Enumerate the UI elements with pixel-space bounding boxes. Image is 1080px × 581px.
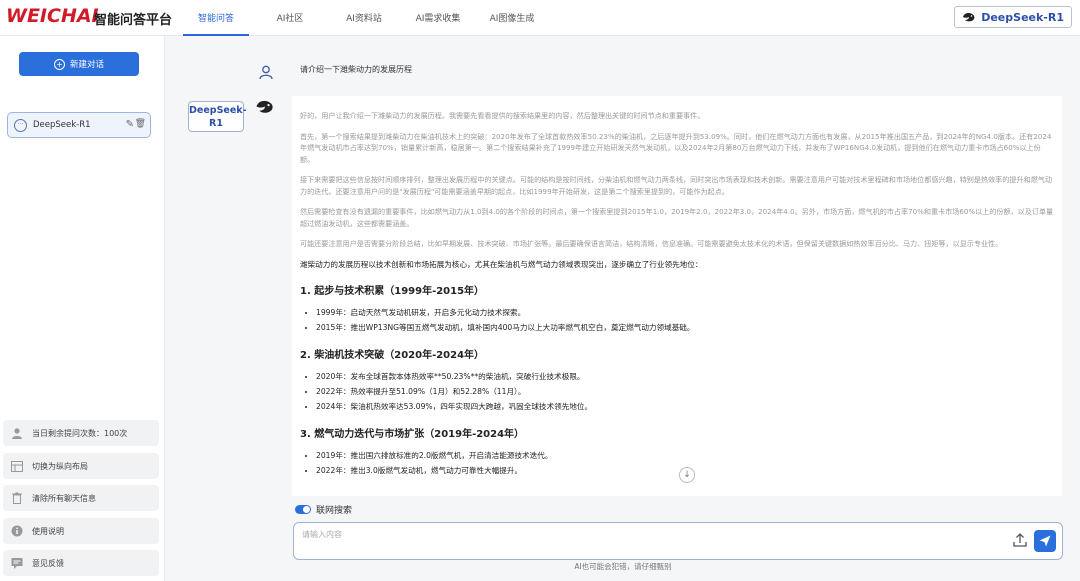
new-chat-button[interactable]: + 新建对话 — [19, 52, 139, 76]
layout-icon — [11, 460, 23, 472]
tab-ai-resources[interactable]: AI资料站 — [331, 0, 397, 36]
section-heading: 1. 起步与技术积累（1999年-2015年） — [300, 285, 485, 297]
send-button[interactable] — [1034, 530, 1056, 552]
user-message: 请介绍一下潍柴动力的发展历程 — [300, 65, 412, 74]
edit-icon[interactable]: ✎ — [126, 119, 134, 130]
model-name: DeepSeek-R1 — [981, 10, 1064, 24]
list-item: 2019年：推出国六排放标准的2.0版燃气机，开启清洁能源技术迭代。 — [316, 448, 1054, 463]
feedback-icon — [11, 557, 23, 569]
section-list: 2020年：发布全球首款本体热效率**50.23%**的柴油机，突破行业技术极限… — [300, 369, 1054, 414]
deepseek-whale-icon — [963, 13, 975, 22]
user-avatar-icon — [259, 65, 273, 80]
web-search-toggle[interactable]: 联网搜索 — [295, 503, 352, 516]
conversation-title: DeepSeek-R1 — [33, 120, 91, 130]
clear-chats-button[interactable]: 清除所有聊天信息 — [3, 485, 159, 511]
usage-guide-button[interactable]: 使用说明 — [3, 518, 159, 544]
list-item: 2022年：热效率提升至51.09%（1月）和52.28%（11月）。 — [316, 384, 1054, 399]
thinking-paragraph: 接下来需要把这些信息按时间顺序排列，整理出发展历程中的关键点。可能的结构是按时间… — [300, 175, 1052, 196]
scroll-down-icon[interactable]: ↓ — [679, 467, 695, 483]
message-input[interactable] — [300, 527, 994, 559]
list-item: 1999年：启动天然气发动机研发，开启多元化动力技术探索。 — [316, 305, 1054, 320]
deepseek-whale-icon — [256, 100, 273, 113]
list-item: 2024年：柴油机热效率达53.09%，四年实现四大跨越，巩固全球技术领先地位。 — [316, 399, 1054, 414]
weichai-logo: WEICHAI — [6, 5, 99, 27]
plus-icon: + — [53, 58, 65, 70]
model-selector[interactable]: DeepSeek-R1 — [954, 6, 1072, 28]
user-icon — [11, 427, 23, 439]
tab-ai-requirements[interactable]: AI需求收集 — [405, 0, 471, 36]
send-icon — [1039, 535, 1051, 547]
info-icon — [11, 525, 23, 537]
bot-name-badge: DeepSeek-R1 — [188, 101, 247, 132]
top-header: WEICHAI 智能问答平台 智能问答 AI社区 AI资料站 AI需求收集 AI… — [0, 0, 1080, 36]
section-list: 2019年：推出国六排放标准的2.0版燃气机，开启清洁能源技术迭代。 2022年… — [300, 448, 1054, 478]
trash-icon — [11, 492, 23, 504]
thinking-process: 好的，用户让我介绍一下潍柴动力的发展历程。我需要先看看提供的搜索结果里的内容，然… — [300, 110, 1054, 250]
answer-intro: 潍柴动力的发展历程以技术创新和市场拓展为核心，尤其在柴油机与燃气动力领域表现突出… — [300, 259, 703, 269]
tab-ai-community[interactable]: AI社区 — [257, 0, 323, 36]
main-nav: 智能问答 AI社区 AI资料站 AI需求收集 AI图像生成 — [183, 0, 545, 36]
section-list: 1999年：启动天然气发动机研发，开启多元化动力技术探索。 2015年：推出WP… — [300, 305, 1054, 335]
thinking-paragraph: 可能还要注意用户是否需要分阶段总结，比如早期发展、技术突破、市场扩张等。最后要确… — [300, 239, 1003, 248]
thinking-paragraph: 好的，用户让我介绍一下潍柴动力的发展历程。我需要先看看提供的搜索结果里的内容，然… — [300, 111, 705, 120]
new-chat-label: 新建对话 — [69, 60, 104, 70]
tab-ai-image[interactable]: AI图像生成 — [479, 0, 545, 36]
disclaimer: AI也可能会犯错，请仔细甄别 — [574, 562, 672, 571]
feedback-button[interactable]: 意见反馈 — [3, 550, 159, 576]
bot-answer: 好的，用户让我介绍一下潍柴动力的发展历程。我需要先看看提供的搜索结果里的内容，然… — [292, 96, 1062, 496]
thinking-paragraph: 然后需要检查有没有遗漏的重要事件，比如燃气动力从1.0到4.0的各个阶段的时间点… — [300, 207, 1054, 228]
remaining-questions: 当日剩余提问次数：100次 — [3, 420, 159, 446]
chat-bubble-icon: ··· — [14, 118, 27, 132]
web-search-label: 联网搜索 — [316, 506, 353, 516]
delete-icon[interactable]: 🗑 — [135, 119, 146, 129]
list-item: 2020年：发布全球首款本体热效率**50.23%**的柴油机，突破行业技术极限… — [316, 369, 1054, 384]
tab-smart-qa[interactable]: 智能问答 — [183, 0, 249, 36]
upload-icon[interactable] — [1012, 532, 1028, 548]
platform-title: 智能问答平台 — [94, 13, 173, 28]
sidebar: + 新建对话 ··· DeepSeek-R1 ✎ 🗑 当日剩余提问次数：100次… — [0, 36, 165, 581]
switch-layout-button[interactable]: 切换为纵向布局 — [3, 453, 159, 479]
thinking-paragraph: 首先，第一个搜索结果提到潍柴动力在柴油机技术上的突破：2020年发布了全球首款热… — [300, 131, 1052, 164]
toggle-switch[interactable] — [295, 505, 311, 514]
chat-area: 请介绍一下潍柴动力的发展历程 DeepSeek-R1 好的，用户让我介绍一下潍柴… — [166, 36, 1080, 581]
message-input-box — [293, 522, 1063, 560]
conversation-item[interactable]: ··· DeepSeek-R1 ✎ 🗑 — [7, 112, 151, 138]
section-heading: 3. 燃气动力迭代与市场扩张（2019年-2024年） — [300, 428, 525, 440]
section-heading: 2. 柴油机技术突破（2020年-2024年） — [300, 349, 485, 361]
list-item: 2015年：推出WP13NG等国五燃气发动机，填补国内400马力以上大功率燃气机… — [316, 320, 1054, 335]
